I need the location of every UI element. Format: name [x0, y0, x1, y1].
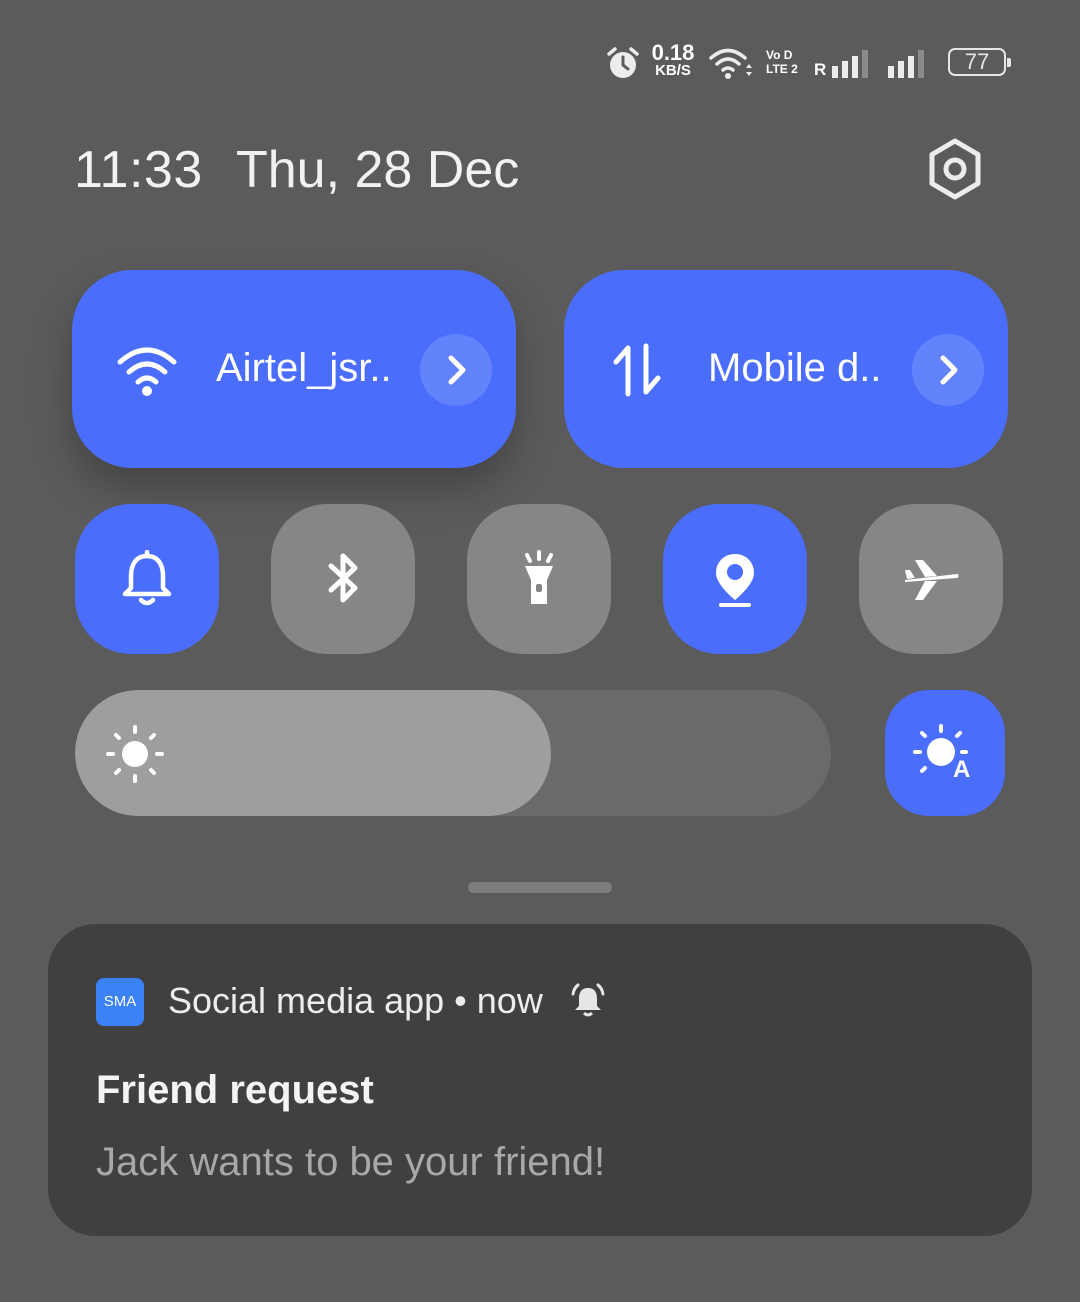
network-speed-value: 0.18 — [651, 40, 695, 65]
notification-title: Friend request — [96, 1068, 374, 1112]
volte-indicator: Vo D LTE 2 — [766, 48, 804, 76]
wifi-tile[interactable]: Airtel_jsr.. — [72, 270, 516, 468]
alert-bell-icon — [571, 983, 605, 1017]
flashlight-icon — [525, 550, 553, 604]
date[interactable]: Thu, 28 Dec — [236, 140, 519, 200]
alarm-icon — [607, 47, 639, 78]
battery-indicator: 77 — [948, 48, 1011, 76]
location-toggle[interactable] — [663, 504, 807, 654]
auto-brightness-letter: A — [953, 756, 971, 783]
auto-brightness-button[interactable]: A — [885, 690, 1005, 816]
drag-handle[interactable] — [468, 882, 612, 893]
gear-icon — [929, 138, 981, 200]
mobile-data-details-button[interactable] — [912, 334, 984, 406]
volte-bottom: LTE 2 — [766, 62, 798, 76]
status-bar: 0.18 KB/S Vo D LTE 2 R 77 — [600, 40, 1020, 84]
location-pin-icon — [716, 554, 754, 607]
volte-top: Vo D — [766, 48, 793, 62]
airplane-mode-toggle[interactable] — [859, 504, 1003, 654]
app-icon: SMA — [96, 978, 144, 1026]
mobile-data-tile[interactable]: Mobile d.. — [564, 270, 1008, 468]
flashlight-toggle[interactable] — [467, 504, 611, 654]
clock[interactable]: 11:33 — [74, 140, 203, 200]
bluetooth-toggle[interactable] — [271, 504, 415, 654]
data-arrows-icon — [613, 343, 661, 397]
settings-button[interactable] — [924, 136, 986, 202]
wifi-network-name: Airtel_jsr.. — [216, 346, 392, 390]
network-speed-unit: KB/S — [655, 62, 691, 79]
chevron-right-icon — [448, 355, 466, 385]
brightness-slider[interactable] — [75, 690, 831, 816]
bluetooth-icon — [328, 553, 358, 603]
notification-body: Jack wants to be your friend! — [96, 1140, 606, 1184]
signal-icon — [888, 50, 924, 78]
wifi-details-button[interactable] — [420, 334, 492, 406]
wifi-icon — [117, 347, 177, 396]
chevron-right-icon — [940, 355, 958, 385]
app-name: Social media app — [168, 980, 445, 1021]
roaming-indicator: R — [814, 60, 827, 79]
airplane-icon — [905, 560, 959, 600]
separator: • — [454, 980, 467, 1021]
network-speed: 0.18 KB/S — [650, 40, 696, 80]
sound-toggle[interactable] — [75, 504, 219, 654]
sun-icon — [106, 725, 164, 783]
notification-time: now — [476, 980, 543, 1021]
signal-icon — [832, 50, 868, 78]
notification-header: Social media app • now — [168, 980, 543, 1022]
notification-card[interactable]: SMA Social media app • now Friend request … — [48, 924, 1032, 1236]
bell-icon — [122, 550, 172, 606]
wifi-icon — [709, 48, 752, 79]
mobile-data-label: Mobile d.. — [708, 346, 882, 390]
